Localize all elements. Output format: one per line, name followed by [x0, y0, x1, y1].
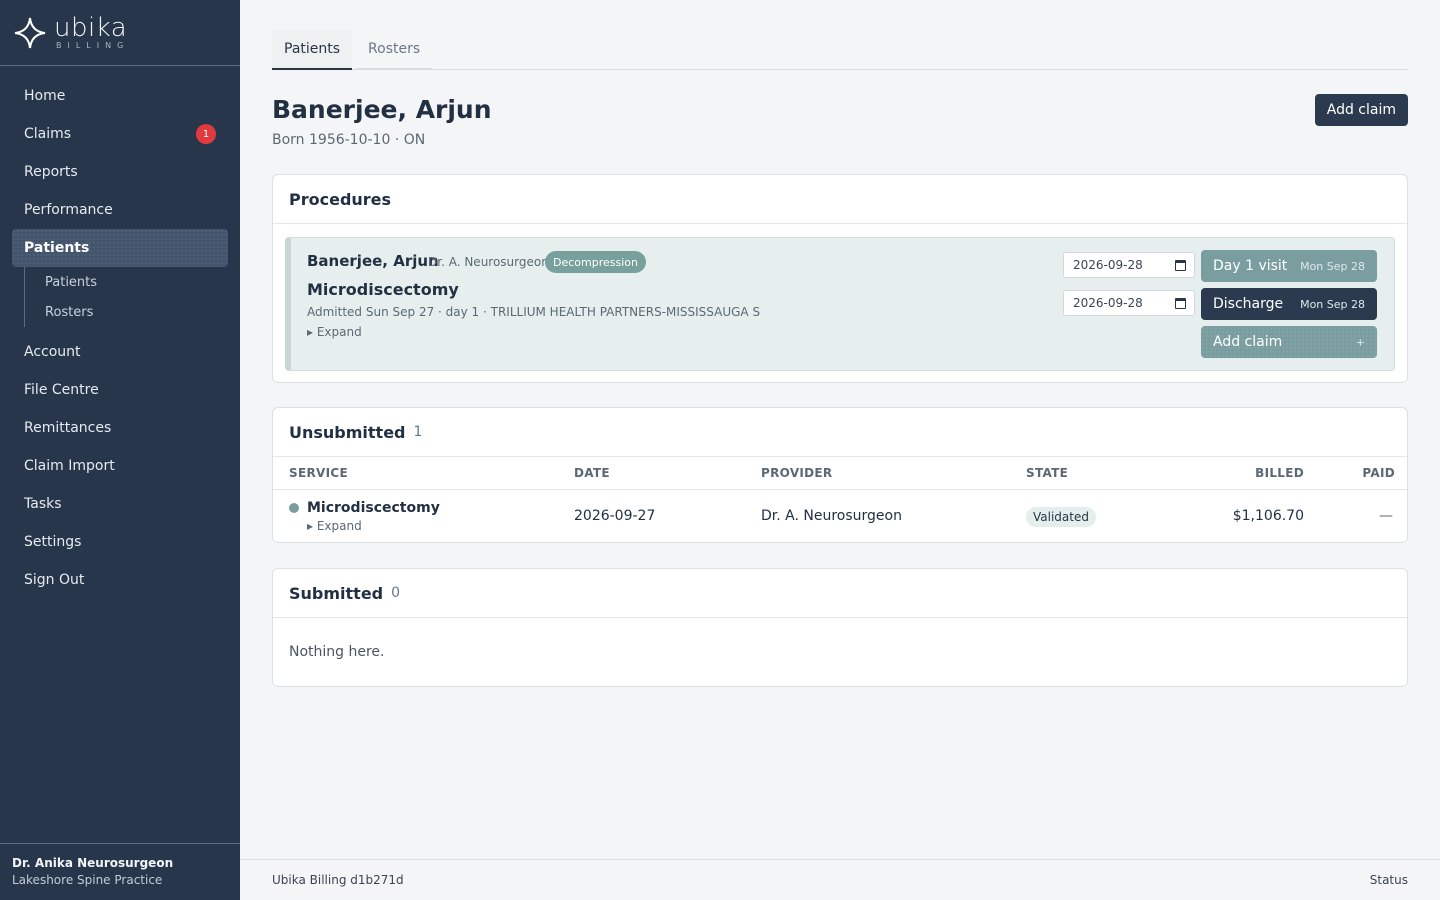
status-dot	[289, 503, 299, 513]
procedure-doctor: Dr. A. Neurosurgeon	[428, 255, 549, 269]
day1-visit-button[interactable]: Day 1 visit Mon Sep 28	[1201, 250, 1377, 282]
calendar-icon[interactable]	[1175, 260, 1186, 271]
submitted-card: Submitted 0 Nothing here.	[272, 568, 1408, 687]
tab-patients[interactable]: Patients	[272, 30, 353, 70]
sidebar-item-sign-out[interactable]: Sign Out	[0, 561, 240, 599]
brand-sub: BILLING	[56, 41, 130, 50]
table-row[interactable]: Microdiscectomy ▸ Expand 2026-09-27 Dr. …	[273, 490, 1407, 542]
col-date: DATE	[574, 466, 610, 480]
sidebar: ubika BILLING Home Claims 1 Reports Perf…	[0, 0, 240, 900]
sidebar-item-performance[interactable]: Performance	[0, 191, 240, 229]
discharge-date: Mon Sep 28	[1300, 297, 1365, 311]
sidebar-nav: Home Claims 1 Reports Performance Patien…	[0, 77, 240, 599]
user-practice: Lakeshore Spine Practice	[12, 873, 163, 887]
tab-rosters[interactable]: Rosters	[356, 30, 433, 70]
col-service: SERVICE	[289, 466, 348, 480]
sidebar-item-patients[interactable]: Patients	[12, 229, 228, 267]
procedure-tag: Decompression	[545, 251, 646, 273]
version-label: Ubika Billing d1b271d	[272, 873, 404, 887]
patient-tabs: Patients Rosters	[272, 30, 1408, 70]
unsubmitted-count: 1	[413, 424, 423, 440]
claims-count-badge: 1	[196, 124, 216, 144]
sidebar-item-claim-import[interactable]: Claim Import	[0, 447, 240, 485]
unsubmitted-card: Unsubmitted 1 SERVICE DATE PROVIDER STAT…	[272, 407, 1408, 543]
row-service: Microdiscectomy	[307, 500, 440, 516]
day1-date-value: 2026-09-28	[1073, 258, 1143, 272]
page-title: Banerjee, Arjun	[272, 95, 492, 124]
procedures-card: Procedures Banerjee, Arjun Dr. A. Neuros…	[272, 174, 1408, 383]
logo[interactable]: ubika BILLING	[0, 0, 240, 66]
unsubmitted-heading: Unsubmitted 1	[273, 408, 1407, 457]
row-provider: Dr. A. Neurosurgeon	[761, 508, 902, 524]
sidebar-item-label: Claims	[24, 126, 72, 142]
procedures-heading: Procedures	[273, 175, 1407, 224]
procedure-meta: Admitted Sun Sep 27 · day 1 · TRILLIUM H…	[307, 305, 761, 319]
brand-name: ubika	[54, 13, 128, 43]
submitted-heading: Submitted 0	[273, 569, 1407, 618]
col-state: STATE	[1026, 466, 1069, 480]
add-claim-button[interactable]: Add claim	[1314, 94, 1408, 126]
user-name: Dr. Anika Neurosurgeon	[12, 856, 174, 870]
sidebar-item-remittances[interactable]: Remittances	[0, 409, 240, 447]
page-footer: Ubika Billing d1b271d Status	[240, 859, 1440, 900]
procedure-add-claim-label: Add claim	[1213, 334, 1283, 350]
procedure-add-claim-button[interactable]: Add claim +	[1201, 326, 1377, 358]
col-provider: PROVIDER	[761, 466, 833, 480]
col-billed: BILLED	[1255, 466, 1304, 480]
sidebar-item-settings[interactable]: Settings	[0, 523, 240, 561]
status-link[interactable]: Status	[1370, 873, 1408, 887]
row-expand-toggle[interactable]: ▸ Expand	[307, 519, 362, 533]
calendar-icon[interactable]	[1175, 298, 1186, 309]
sidebar-item-reports[interactable]: Reports	[0, 153, 240, 191]
unsubmitted-title: Unsubmitted	[289, 422, 406, 442]
plus-icon: +	[1355, 335, 1365, 349]
procedure-expand-toggle[interactable]: ▸ Expand	[307, 325, 362, 339]
discharge-label: Discharge	[1213, 296, 1284, 312]
sidebar-item-claims[interactable]: Claims 1	[0, 115, 240, 153]
submitted-count: 0	[391, 585, 401, 601]
day1-visit-label: Day 1 visit	[1213, 258, 1288, 274]
subnav-item-patients[interactable]: Patients	[25, 267, 240, 297]
row-paid: —	[1379, 508, 1393, 524]
main-content: Patients Rosters Banerjee, Arjun Born 19…	[240, 0, 1440, 900]
row-date: 2026-09-27	[574, 508, 656, 524]
patient-born: Born 1956-10-10 · ON	[272, 132, 426, 148]
sidebar-item-account[interactable]: Account	[0, 333, 240, 371]
col-paid: PAID	[1362, 466, 1395, 480]
procedure-patient: Banerjee, Arjun	[307, 252, 439, 270]
patients-subnav: Patients Rosters	[24, 267, 240, 327]
status-badge: Validated	[1026, 507, 1096, 527]
day1-date-input[interactable]: 2026-09-28	[1063, 252, 1195, 278]
user-info: Dr. Anika Neurosurgeon Lakeshore Spine P…	[0, 843, 240, 900]
row-billed: $1,106.70	[1232, 508, 1304, 524]
sidebar-item-file-centre[interactable]: File Centre	[0, 371, 240, 409]
empty-state: Nothing here.	[289, 644, 385, 660]
ubika-logo-icon	[14, 17, 46, 48]
discharge-date-value: 2026-09-28	[1073, 296, 1143, 310]
discharge-date-input[interactable]: 2026-09-28	[1063, 290, 1195, 316]
submitted-title: Submitted	[289, 583, 384, 603]
procedure-title: Microdiscectomy	[307, 280, 459, 299]
procedure-item: Banerjee, Arjun Dr. A. Neurosurgeon Deco…	[285, 237, 1395, 371]
subnav-item-rosters[interactable]: Rosters	[25, 297, 240, 327]
table-header: SERVICE DATE PROVIDER STATE BILLED PAID	[273, 457, 1407, 490]
sidebar-item-tasks[interactable]: Tasks	[0, 485, 240, 523]
discharge-button[interactable]: Discharge Mon Sep 28	[1201, 288, 1377, 320]
sidebar-item-home[interactable]: Home	[0, 77, 240, 115]
day1-visit-date: Mon Sep 28	[1300, 259, 1365, 273]
